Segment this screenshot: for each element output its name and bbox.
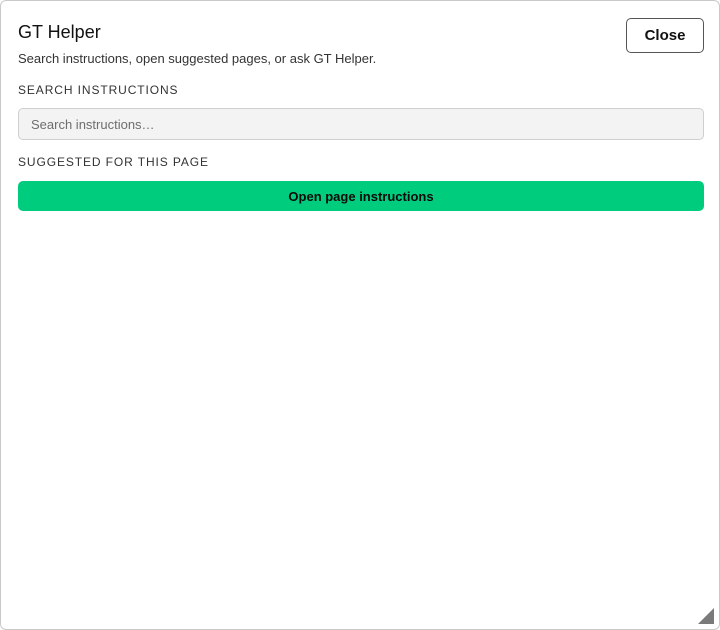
search-input[interactable] bbox=[18, 108, 704, 140]
resize-grip-triangle bbox=[698, 608, 714, 624]
resize-grip-icon[interactable] bbox=[698, 608, 714, 624]
dialog-subtitle: Search instructions, open suggested page… bbox=[18, 51, 377, 66]
dialog-title: GT Helper bbox=[18, 22, 101, 42]
suggested-section-label: SUGGESTED FOR THIS PAGE bbox=[18, 155, 209, 169]
search-section-label: SEARCH INSTRUCTIONS bbox=[18, 83, 179, 97]
open-page-instructions-button[interactable]: Open page instructions bbox=[18, 181, 704, 211]
gt-helper-dialog: GT Helper Search instructions, open sugg… bbox=[0, 0, 720, 630]
close-button[interactable]: Close bbox=[626, 18, 704, 53]
